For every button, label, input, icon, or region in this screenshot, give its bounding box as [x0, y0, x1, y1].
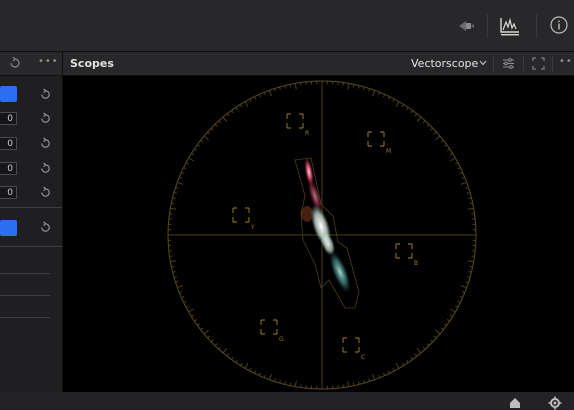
target-label: C: [361, 354, 365, 361]
slider-track[interactable]: [0, 317, 50, 318]
divider: [0, 246, 62, 247]
header-divider: [523, 56, 524, 71]
left-panel: ••• 0 0 0 0: [0, 52, 63, 392]
enable-toggle[interactable]: [0, 220, 17, 236]
header-divider: [493, 56, 494, 71]
divider: [0, 207, 62, 208]
left-panel-header: •••: [0, 52, 62, 76]
target-y: [232, 207, 250, 223]
value-field[interactable]: 0: [0, 137, 17, 150]
target-r: [286, 113, 304, 129]
target-label: Y: [250, 224, 255, 231]
header-divider: [552, 56, 553, 71]
reset-icon[interactable]: [39, 88, 52, 101]
value-field[interactable]: 0: [0, 186, 17, 199]
eyedropper-icon[interactable]: [456, 16, 476, 36]
reset-icon[interactable]: [39, 162, 52, 175]
scopes-header: Scopes Vectorscope •••: [63, 52, 574, 76]
value-field[interactable]: 0: [0, 112, 17, 125]
target-label: G: [279, 336, 284, 343]
more-icon[interactable]: •••: [559, 56, 574, 67]
target-m: [367, 131, 385, 147]
more-icon[interactable]: •••: [38, 56, 59, 67]
reset-icon[interactable]: [39, 137, 52, 150]
scopes-icon[interactable]: [499, 16, 521, 36]
value-field[interactable]: 0: [0, 162, 17, 175]
info-icon[interactable]: [549, 15, 569, 35]
bottom-bar: [0, 392, 574, 410]
slider-track[interactable]: [0, 295, 50, 296]
scope-type-dropdown[interactable]: Vectorscope: [411, 57, 478, 70]
target-label: R: [305, 130, 309, 137]
reset-icon[interactable]: [39, 112, 52, 125]
reset-icon[interactable]: [8, 56, 22, 70]
settings-sliders-icon[interactable]: [502, 57, 515, 70]
expand-icon[interactable]: [532, 57, 545, 70]
home-icon[interactable]: [508, 396, 522, 410]
chevron-down-icon[interactable]: [478, 58, 488, 68]
target-label: M: [386, 148, 391, 155]
vectorscope-viewport[interactable]: R M Y B G C: [63, 76, 574, 392]
top-toolbar: [0, 0, 574, 52]
toolbar-divider: [487, 14, 488, 38]
gear-icon[interactable]: [548, 396, 562, 410]
enable-toggle[interactable]: [0, 86, 17, 102]
toolbar-divider: [536, 14, 537, 38]
target-b: [395, 243, 413, 259]
reset-icon[interactable]: [39, 186, 52, 199]
target-c: [342, 337, 360, 353]
scopes-title: Scopes: [70, 57, 114, 70]
slider-track[interactable]: [0, 273, 50, 274]
target-label: B: [414, 260, 418, 267]
target-g: [260, 319, 278, 335]
vectorscope-graticule: R M Y B G C: [167, 80, 477, 390]
reset-icon[interactable]: [39, 221, 52, 234]
